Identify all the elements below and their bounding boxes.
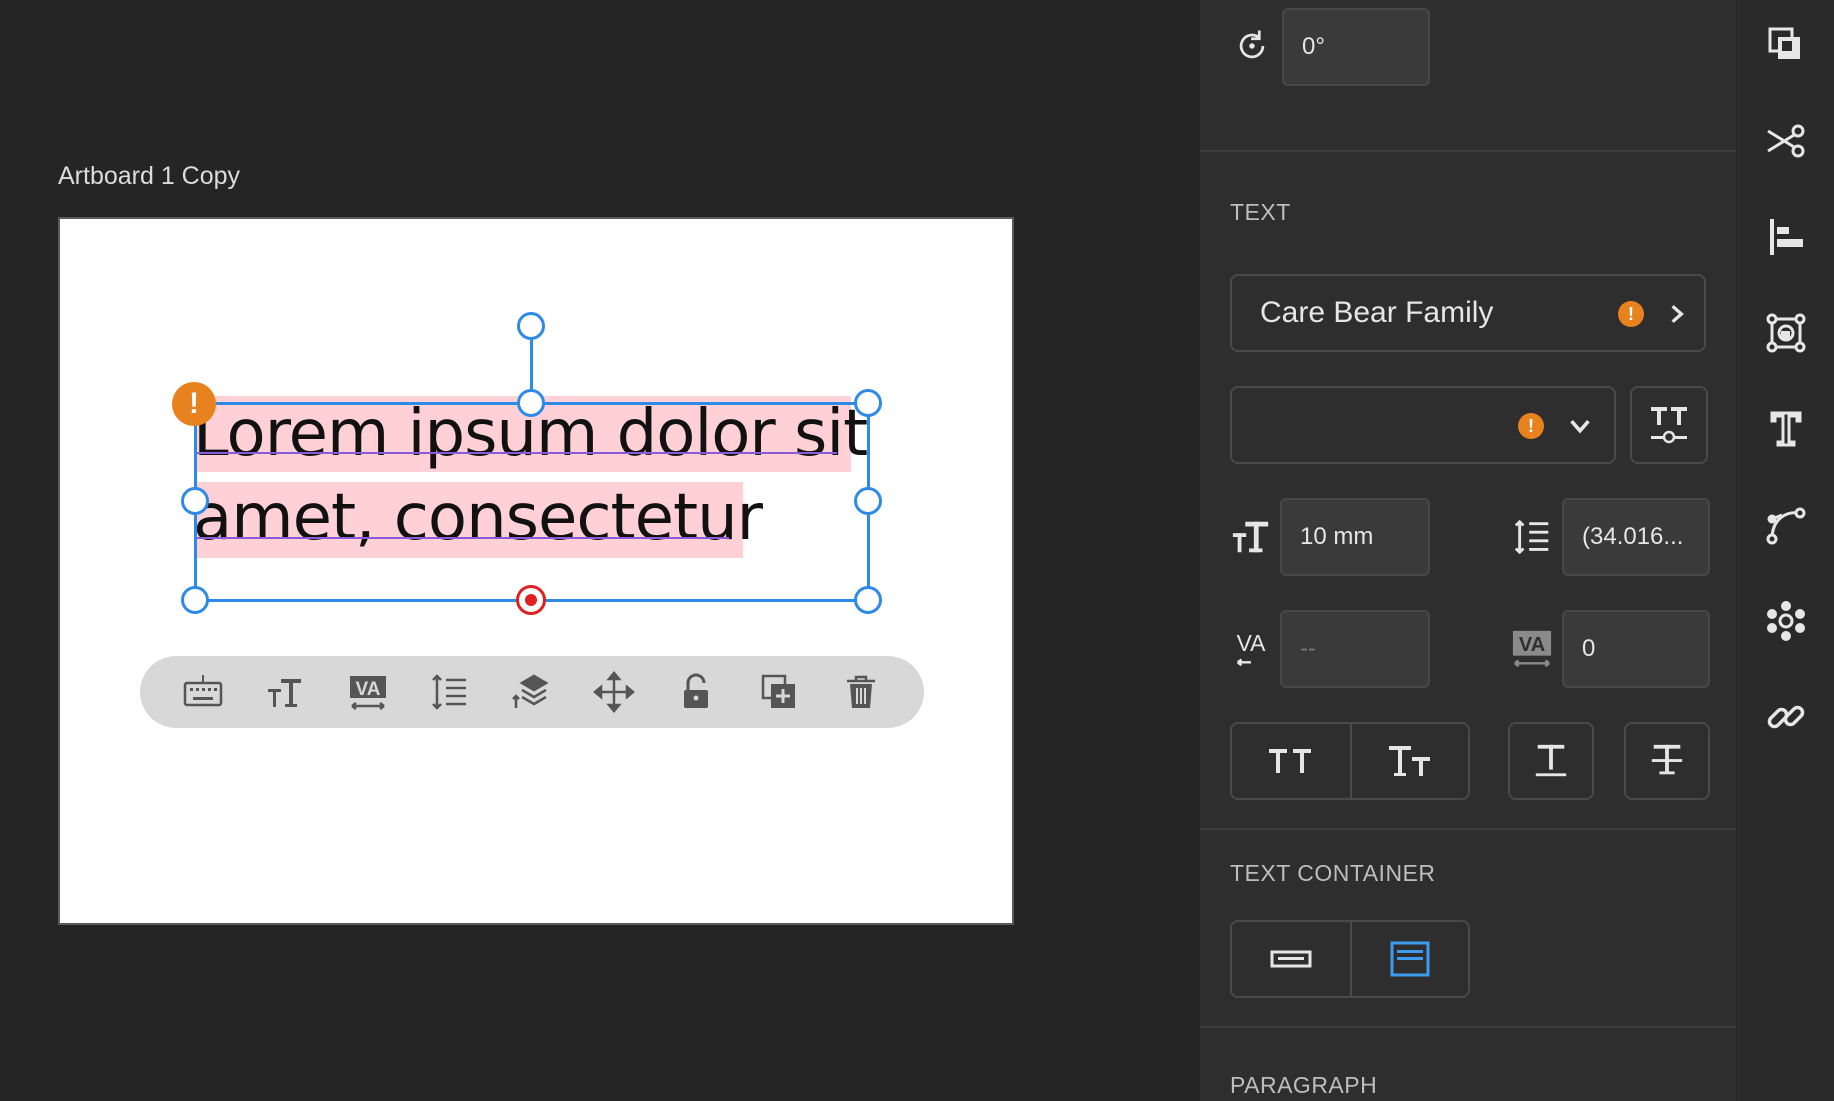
- small-caps-icon: [1389, 746, 1430, 776]
- all-caps-button[interactable]: [1232, 724, 1350, 798]
- kerning-icon[interactable]: VA: [343, 667, 393, 717]
- font-size-icon[interactable]: [260, 667, 310, 717]
- transform-icon[interactable]: [1761, 308, 1811, 358]
- text-container-toggle-group: [1230, 920, 1470, 998]
- text-line-2[interactable]: amet, consectetur: [193, 486, 763, 550]
- tracking-input[interactable]: 0: [1562, 610, 1710, 688]
- auto-width-button[interactable]: [1232, 922, 1350, 996]
- delete-icon[interactable]: [836, 667, 886, 717]
- line-spacing-input[interactable]: (34.016...: [1562, 498, 1710, 576]
- text-section-title: TEXT: [1230, 199, 1291, 225]
- align-icon[interactable]: [1761, 212, 1811, 262]
- text-anchor-handle[interactable]: [516, 585, 546, 615]
- resize-handle-bottom-right[interactable]: [854, 586, 882, 614]
- rotate-handle[interactable]: [517, 312, 545, 340]
- font-family-picker[interactable]: Care Bear Family !: [1230, 274, 1706, 352]
- resize-handle-bottom-left[interactable]: [181, 586, 209, 614]
- unlock-icon[interactable]: [671, 667, 721, 717]
- divider: [1200, 1026, 1736, 1028]
- font-family-label: Care Bear Family: [1260, 296, 1494, 329]
- link-icon[interactable]: [1761, 692, 1811, 742]
- layers-icon[interactable]: [1761, 20, 1811, 70]
- path-icon[interactable]: [1761, 500, 1811, 550]
- strikethrough-icon: [1651, 744, 1683, 775]
- kerning-input[interactable]: --: [1280, 610, 1430, 688]
- paragraph-section-title: PARAGRAPH: [1230, 1072, 1378, 1098]
- move-icon[interactable]: [589, 667, 639, 717]
- line-spacing-icon[interactable]: [425, 667, 475, 717]
- font-style-dropdown[interactable]: !: [1230, 386, 1616, 464]
- rotate-icon: [1230, 24, 1274, 68]
- text-settings-icon: [1651, 407, 1687, 444]
- resize-handle-top-right[interactable]: [854, 389, 882, 417]
- chevron-right-icon: [1671, 305, 1684, 323]
- text-icon[interactable]: [1761, 404, 1811, 454]
- context-toolbar: VA: [140, 656, 924, 728]
- divider: [1200, 828, 1736, 830]
- kerning-icon: VA: [1228, 626, 1274, 672]
- divider: [1200, 150, 1736, 152]
- duplicate-icon[interactable]: [754, 667, 804, 717]
- warning-icon[interactable]: !: [172, 382, 216, 426]
- auto-width-icon: [1270, 950, 1312, 968]
- properties-panel: 0° TEXT Care Bear Family ! ! 10 mm (34.0…: [1200, 0, 1736, 1101]
- underline-icon: [1535, 744, 1567, 777]
- font-size-input[interactable]: 10 mm: [1280, 498, 1430, 576]
- fixed-size-icon: [1390, 941, 1430, 977]
- svg-text:VA: VA: [1519, 634, 1545, 656]
- arrange-icon[interactable]: [507, 667, 557, 717]
- spell-underline: [197, 537, 729, 539]
- artboard-name: Artboard 1 Copy: [58, 162, 241, 190]
- rotation-input[interactable]: 0°: [1282, 8, 1430, 86]
- text-options-button[interactable]: [1630, 386, 1708, 464]
- cut-icon[interactable]: [1761, 116, 1811, 166]
- pattern-icon[interactable]: [1761, 596, 1811, 646]
- spell-underline: [197, 452, 837, 454]
- chevron-down-icon: [1570, 420, 1590, 434]
- resize-handle-left[interactable]: [181, 487, 209, 515]
- text-container-section-title: TEXT CONTAINER: [1230, 860, 1436, 886]
- all-caps-icon: [1269, 749, 1311, 773]
- resize-handle-right[interactable]: [854, 487, 882, 515]
- fixed-size-button[interactable]: [1350, 922, 1468, 996]
- line-spacing-icon: [1510, 514, 1556, 560]
- font-size-icon: [1228, 514, 1274, 560]
- small-caps-button[interactable]: [1350, 724, 1468, 798]
- svg-text:VA: VA: [355, 679, 380, 700]
- underline-button[interactable]: [1508, 722, 1594, 800]
- warning-icon: !: [1618, 301, 1644, 327]
- resize-handle-top[interactable]: [517, 389, 545, 417]
- case-toggle-group: [1230, 722, 1470, 800]
- keyboard-icon[interactable]: [178, 667, 228, 717]
- svg-text:VA: VA: [1237, 630, 1267, 656]
- warning-icon: !: [1518, 413, 1544, 439]
- strikethrough-button[interactable]: [1624, 722, 1710, 800]
- artboard[interactable]: Lorem ipsum dolor sit amet, consectetur …: [58, 217, 1014, 925]
- tool-rail: [1737, 0, 1834, 1101]
- tracking-icon: VA: [1508, 626, 1556, 672]
